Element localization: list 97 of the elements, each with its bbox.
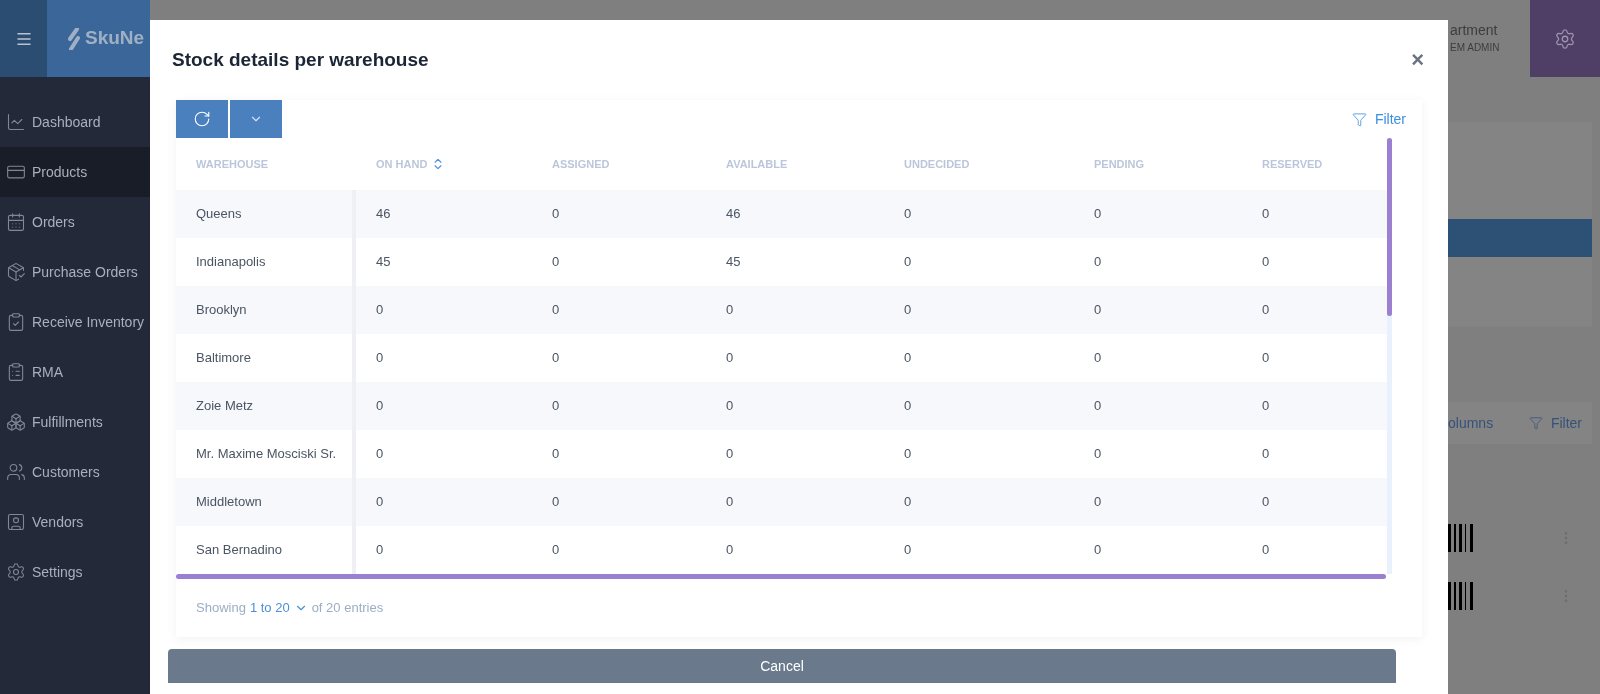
settings-icon bbox=[6, 562, 26, 582]
table-cell-text: 0 bbox=[725, 541, 735, 560]
sidebar-label: Vendors bbox=[32, 512, 84, 532]
table-cell-text: 0 bbox=[375, 349, 385, 368]
table-cell-text: 0 bbox=[551, 493, 561, 512]
table-cell-text: 0 bbox=[725, 301, 735, 320]
table-cell-text: 46 bbox=[725, 205, 742, 224]
filter-icon bbox=[1528, 416, 1543, 430]
calendar-icon bbox=[6, 212, 26, 232]
sidebar-item[interactable]: Vendors bbox=[0, 497, 150, 547]
table-cell-text: 0 bbox=[903, 445, 913, 464]
settings-button[interactable] bbox=[1530, 0, 1600, 77]
sidebar-label: Settings bbox=[32, 562, 83, 582]
table-cell-text: 0 bbox=[903, 301, 913, 320]
table-cell-text: 0 bbox=[903, 349, 913, 368]
table-cell-text: 0 bbox=[375, 445, 385, 464]
table-cell-text: 0 bbox=[375, 397, 385, 416]
refresh-button[interactable] bbox=[176, 100, 228, 138]
filter-icon bbox=[1351, 111, 1367, 127]
table-cell-text: 0 bbox=[1093, 445, 1103, 464]
entries-label: of 20 entries bbox=[311, 599, 384, 618]
users-icon bbox=[6, 462, 26, 482]
close-button[interactable]: × bbox=[1411, 49, 1424, 71]
table-cell-text: 0 bbox=[1261, 301, 1271, 320]
sidebar-label: Orders bbox=[32, 212, 75, 232]
table-cell-text: 0 bbox=[903, 397, 913, 416]
sidebar-item[interactable]: Receive Inventory bbox=[0, 297, 150, 347]
table-cell-text: 0 bbox=[1261, 349, 1271, 368]
sidebar-item[interactable]: RMA bbox=[0, 347, 150, 397]
table-cell-text: 0 bbox=[903, 205, 913, 224]
table-cell-text: 0 bbox=[1261, 397, 1271, 416]
clipboard-icon bbox=[6, 362, 26, 382]
boxes-icon bbox=[6, 412, 26, 432]
menu-button[interactable] bbox=[0, 0, 47, 77]
table-cell-text: 0 bbox=[903, 253, 913, 272]
table-cell-text: 0 bbox=[551, 349, 561, 368]
clipboard-icon bbox=[6, 312, 26, 332]
table-cell-text: 0 bbox=[1093, 493, 1103, 512]
table-cell-text: 0 bbox=[1261, 445, 1271, 464]
scrollbar-thumb[interactable] bbox=[1387, 138, 1392, 316]
table-cell-text: 45 bbox=[725, 253, 742, 272]
filter-button[interactable]: Filter bbox=[1351, 108, 1422, 130]
chart-icon bbox=[6, 112, 26, 132]
sidebar-item[interactable]: Settings bbox=[0, 547, 150, 597]
range-dropdown[interactable]: 1 to 20 bbox=[249, 598, 308, 618]
sidebar-item[interactable]: Purchase Orders bbox=[0, 247, 150, 297]
table-cell-text: 0 bbox=[1261, 253, 1271, 272]
table-cell-text: 0 bbox=[551, 397, 561, 416]
user-name: artment bbox=[1450, 22, 1499, 40]
horizontal-scrollbar[interactable] bbox=[176, 574, 1386, 579]
table-cell-text: 0 bbox=[903, 493, 913, 512]
sidebar-label: Receive Inventory bbox=[32, 312, 145, 332]
cancel-button[interactable]: Cancel bbox=[168, 649, 1396, 683]
sidebar-label: Dashboard bbox=[32, 112, 101, 132]
table-cell-text: 45 bbox=[375, 253, 392, 272]
sidebar-label: Purchase Orders bbox=[32, 262, 138, 282]
table-cell-text: 0 bbox=[551, 253, 561, 272]
sidebar-label: Products bbox=[32, 162, 88, 182]
sidebar-item[interactable]: Dashboard bbox=[0, 97, 150, 147]
table-cell-text: 0 bbox=[725, 349, 735, 368]
user-role: EM ADMIN bbox=[1450, 40, 1501, 55]
table-cell-text: 0 bbox=[1261, 493, 1271, 512]
sidebar-item[interactable]: Orders bbox=[0, 197, 150, 247]
table-cell-text: 0 bbox=[1261, 205, 1271, 224]
sidebar-item[interactable]: Customers bbox=[0, 447, 150, 497]
sidebar-item[interactable]: Fulfillments bbox=[0, 397, 150, 447]
sidebar-label: Fulfillments bbox=[32, 412, 103, 432]
table-cell-text: 0 bbox=[1093, 349, 1103, 368]
table-cell-text: 0 bbox=[375, 493, 385, 512]
user-icon bbox=[6, 512, 26, 532]
table-cell-text: 0 bbox=[375, 301, 385, 320]
table-cell-text: 0 bbox=[1261, 541, 1271, 560]
table-cell-text: 0 bbox=[903, 541, 913, 560]
table-cell-text: 0 bbox=[1093, 301, 1103, 320]
showing-label: Showing bbox=[196, 599, 246, 618]
table-cell-text: 0 bbox=[725, 493, 735, 512]
table-cell-text: 0 bbox=[1093, 205, 1103, 224]
table-cell-text: 0 bbox=[551, 301, 561, 320]
table-cell-text: 0 bbox=[725, 445, 735, 464]
modal-title: Stock details per warehouse bbox=[172, 47, 429, 72]
table-cell-text: 0 bbox=[375, 541, 385, 560]
refresh-icon bbox=[193, 110, 211, 128]
table-cell-text: 0 bbox=[551, 541, 561, 560]
table-cell-text: 46 bbox=[375, 205, 392, 224]
table-cell-text: 0 bbox=[551, 445, 561, 464]
table-cell-text: 0 bbox=[1093, 397, 1103, 416]
logo-icon bbox=[67, 27, 81, 50]
table-cell-text: 0 bbox=[1093, 541, 1103, 560]
table-cell-text: 0 bbox=[1093, 253, 1103, 272]
package-icon bbox=[6, 262, 26, 282]
table-cell-text: 0 bbox=[725, 397, 735, 416]
settings-icon bbox=[1554, 27, 1576, 50]
sidebar-label: Customers bbox=[32, 462, 100, 482]
sidebar-label: RMA bbox=[32, 362, 64, 382]
table-cell-text: 0 bbox=[551, 205, 561, 224]
sidebar-item[interactable]: Products bbox=[0, 147, 150, 197]
logo: SkuNe bbox=[47, 0, 150, 77]
